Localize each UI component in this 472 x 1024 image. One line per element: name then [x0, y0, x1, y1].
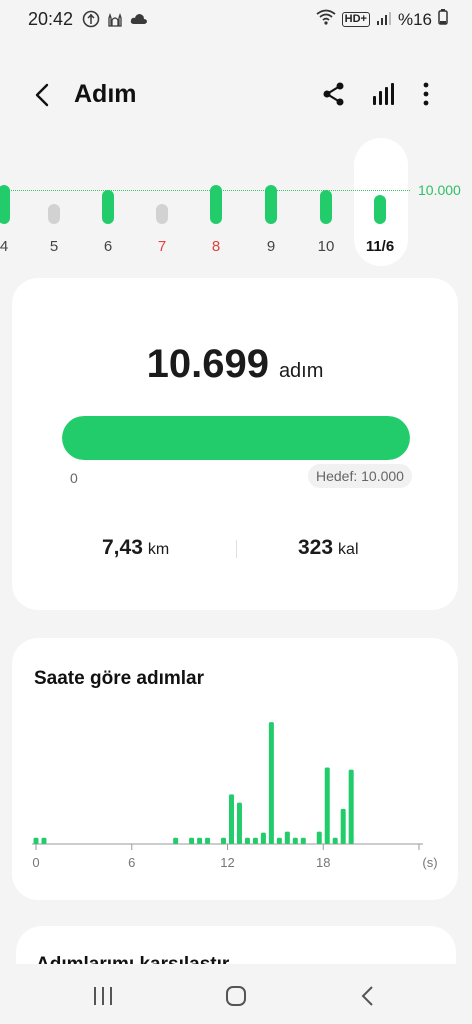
distance-value: 7,43: [102, 536, 143, 559]
steps-total: 10.699 adım: [12, 342, 458, 387]
day-label: 6: [103, 238, 113, 255]
steps-summary-card[interactable]: 10.699 adım 0 Hedef: 10.000 7,43 km 323 kal: [12, 278, 458, 610]
status-time: 20:42: [28, 9, 74, 29]
share-icon[interactable]: [320, 80, 348, 108]
day-column[interactable]: 7: [142, 138, 182, 268]
calories-unit: kal: [338, 541, 359, 558]
hourly-x-tick-label: 12: [220, 855, 234, 870]
app-header: Adım: [0, 66, 472, 126]
compare-steps-card[interactable]: Adımlarımı karşılaştır: [16, 926, 456, 966]
signal-icon: [376, 10, 392, 30]
hourly-bar: [316, 831, 322, 844]
wifi-icon: [316, 9, 336, 30]
page-title: Adım: [74, 80, 137, 108]
progress-start-label: 0: [70, 470, 78, 486]
hourly-bar: [244, 837, 250, 844]
status-bar: 20:42 HD+ %16: [0, 0, 472, 40]
day-column[interactable]: 4: [0, 138, 24, 268]
home-icon[interactable]: [224, 984, 248, 1008]
day-column[interactable]: 9: [251, 138, 291, 268]
hourly-bar: [348, 769, 354, 844]
hourly-bar: [189, 837, 195, 844]
day-label: 5: [49, 238, 59, 255]
bar-chart-icon[interactable]: [370, 80, 398, 108]
hourly-bar: [284, 831, 290, 844]
hourly-x-tick-label: 18: [316, 855, 330, 870]
hourly-bar: [292, 837, 298, 844]
steps-unit: adım: [278, 360, 324, 382]
hourly-bar: [324, 767, 330, 844]
hourly-x-tick-label: 6: [128, 855, 135, 870]
day-label: 8: [211, 238, 221, 255]
day-steps-bar: [320, 190, 332, 224]
day-steps-bar: [156, 204, 168, 224]
goal-progress-fill: [62, 416, 410, 460]
hourly-bar: [332, 837, 338, 844]
steps-count: 10.699: [146, 342, 269, 386]
hd-plus-icon: HD+: [341, 12, 370, 27]
battery-icon: [438, 9, 448, 30]
day-steps-bar: [265, 184, 277, 224]
hourly-bar: [173, 837, 179, 844]
calories-value: 323: [298, 536, 334, 559]
day-steps-bar: [102, 190, 114, 224]
distance-unit: km: [147, 541, 170, 558]
recent-apps-icon[interactable]: [92, 986, 114, 1006]
mosque-icon: [106, 10, 124, 33]
more-vertical-icon[interactable]: [414, 80, 438, 108]
hourly-bar: [197, 837, 203, 844]
hourly-steps-chart: 0 6 12 18 (s): [32, 722, 438, 870]
daily-steps-strip: 10.000 4 5 6 7 8 9 10 11/6: [0, 138, 472, 268]
hourly-bar: [276, 837, 282, 844]
hourly-bar: [260, 832, 266, 844]
calories-stat: 323 kal: [298, 536, 359, 560]
hourly-x-tick-label: 0: [32, 855, 39, 870]
distance-stat: 7,43 km: [102, 536, 169, 560]
stat-divider: [236, 540, 237, 558]
navigation-bar: [0, 964, 472, 1024]
back-arrow-icon[interactable]: [28, 80, 58, 110]
hourly-bar: [340, 808, 346, 844]
goal-progress-bar: [62, 416, 410, 460]
battery-text: %16: [397, 9, 432, 29]
day-steps-bar: [210, 184, 222, 224]
hourly-bar: [236, 802, 242, 844]
hourly-steps-card[interactable]: Saate göre adımlar 0 6 12 18 (s): [12, 638, 458, 900]
hourly-bar: [228, 794, 234, 844]
hourly-bar: [33, 837, 39, 844]
day-steps-bar: [0, 184, 10, 224]
hourly-bar: [300, 837, 306, 844]
hourly-bar: [221, 837, 227, 844]
hourly-bar: [252, 837, 258, 844]
day-steps-bar: [374, 195, 386, 224]
day-label: 4: [0, 238, 9, 255]
day-column[interactable]: 10: [306, 138, 346, 268]
day-column[interactable]: 11/6: [360, 138, 400, 268]
day-label: 7: [157, 238, 167, 255]
day-label: 10: [317, 238, 335, 255]
goal-badge: Hedef: 10.000: [308, 464, 412, 488]
day-label: 9: [266, 238, 276, 255]
goal-line-label: 10.000: [418, 182, 461, 198]
hourly-bar: [268, 722, 274, 844]
android-icon: [82, 10, 100, 33]
day-label: 11/6: [365, 238, 395, 255]
cloud-icon: [130, 12, 148, 31]
back-icon[interactable]: [358, 984, 378, 1008]
hourly-x-unit: (s): [422, 855, 437, 870]
day-column[interactable]: 6: [88, 138, 128, 268]
day-column[interactable]: 5: [34, 138, 74, 268]
hourly-bar: [205, 837, 211, 844]
day-column[interactable]: 8: [196, 138, 236, 268]
hourly-bar: [41, 837, 47, 844]
day-steps-bar: [48, 204, 60, 224]
